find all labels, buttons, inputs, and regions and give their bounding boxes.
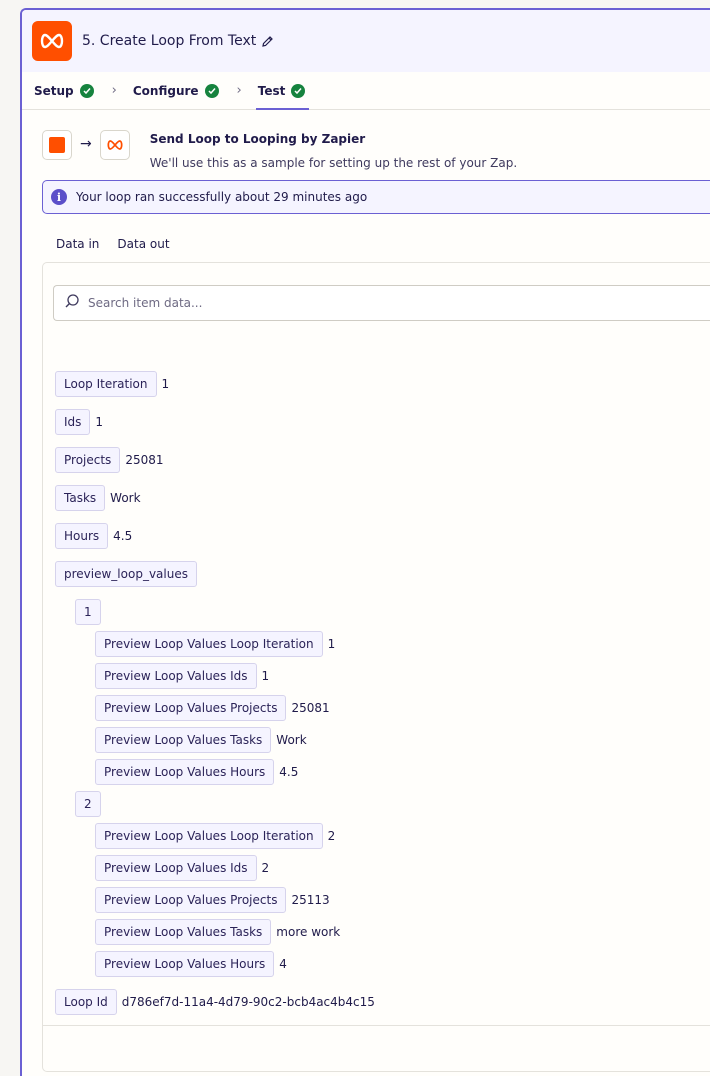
field-row: preview_loop_values <box>55 561 197 587</box>
pencil-icon[interactable] <box>261 35 274 48</box>
field-value: 2 <box>327 829 336 843</box>
trigger-subtitle: We'll use this as a sample for setting u… <box>149 156 518 170</box>
field-row: Hours 4.5 <box>55 523 132 549</box>
tab-test-label: Test <box>257 83 286 98</box>
trigger-summary: → Send Loop to Looping by Zapier We'll u… <box>42 130 517 170</box>
field-value: 25113 <box>291 893 330 907</box>
tab-configure-label: Configure <box>132 83 199 98</box>
tab-setup-label: Setup <box>34 83 74 98</box>
field-value: 1 <box>161 377 170 391</box>
divider <box>43 1025 710 1026</box>
field-key[interactable]: Preview Loop Values Projects <box>95 695 287 721</box>
field-key[interactable]: Hours <box>55 523 109 549</box>
chevron-right-icon: › <box>111 83 117 98</box>
field-value: 4.5 <box>113 529 133 543</box>
preview-index-row: 1 <box>75 599 101 625</box>
chevron-right-icon: › <box>236 83 242 98</box>
preview-index-row: 2 <box>75 791 101 817</box>
field-key[interactable]: Projects <box>55 447 121 473</box>
preview-index[interactable]: 1 <box>75 599 101 625</box>
trigger-app-icon <box>42 130 72 160</box>
field-value: more work <box>276 925 341 939</box>
step-panel: 5. Create Loop From Text Setup › Configu… <box>20 8 710 1076</box>
field-key[interactable]: Preview Loop Values Ids <box>95 663 257 689</box>
preview-row: Preview Loop Values Loop Iteration 1 <box>95 631 335 657</box>
check-circle-icon <box>204 83 219 98</box>
search-input[interactable] <box>88 296 588 310</box>
field-key[interactable]: Loop Id <box>55 989 117 1015</box>
field-key[interactable]: Loop Iteration <box>55 371 157 397</box>
tab-test[interactable]: Test <box>255 72 309 110</box>
field-row: Projects 25081 <box>55 447 164 473</box>
field-value: 4.5 <box>279 765 299 779</box>
field-value: 2 <box>261 861 270 875</box>
tab-data-out[interactable]: Data out <box>112 234 175 264</box>
field-row: Ids 1 <box>55 409 103 435</box>
field-row: Tasks Work <box>55 485 141 511</box>
looping-small-icon <box>99 130 130 160</box>
field-value: 25081 <box>125 453 164 467</box>
field-value: Work <box>110 491 141 505</box>
check-circle-icon <box>291 83 306 98</box>
field-key[interactable]: Preview Loop Values Tasks <box>95 919 272 945</box>
field-key[interactable]: Preview Loop Values Tasks <box>95 727 272 753</box>
preview-row: Preview Loop Values Hours 4 <box>95 951 287 977</box>
step-title: 5. Create Loop From Text <box>82 33 257 49</box>
preview-row: Preview Loop Values Ids 2 <box>95 855 269 881</box>
field-row: Loop Iteration 1 <box>55 371 169 397</box>
tab-setup[interactable]: Setup <box>34 72 94 110</box>
step-header: 5. Create Loop From Text <box>22 10 710 72</box>
field-key[interactable]: Preview Loop Values Hours <box>95 951 275 977</box>
data-out-panel: Loop Iteration 1 Ids 1 Projects 25081 Ta… <box>42 262 710 1072</box>
banner-text: Your loop ran successfully about 29 minu… <box>76 190 368 204</box>
trigger-title: Send Loop to Looping by Zapier <box>149 132 366 146</box>
tab-configure[interactable]: Configure <box>133 72 219 110</box>
looping-app-icon <box>32 21 72 61</box>
search-icon <box>64 293 80 313</box>
info-icon: i <box>51 189 67 205</box>
success-banner: i Your loop ran successfully about 29 mi… <box>42 180 710 214</box>
field-key[interactable]: Preview Loop Values Loop Iteration <box>95 823 323 849</box>
field-value: d786ef7d-11a4-4d79-90c2-bcb4ac4b4c15 <box>121 995 375 1009</box>
field-key[interactable]: Preview Loop Values Loop Iteration <box>95 631 323 657</box>
preview-row: Preview Loop Values Loop Iteration 2 <box>95 823 335 849</box>
field-value: 25081 <box>291 701 330 715</box>
field-key[interactable]: Tasks <box>55 485 106 511</box>
field-key[interactable]: Ids <box>55 409 91 435</box>
field-key[interactable]: preview_loop_values <box>55 561 197 587</box>
tab-data-in[interactable]: Data in <box>54 234 101 264</box>
search-box[interactable] <box>53 285 710 321</box>
step-tabs: Setup › Configure › Test <box>22 72 710 110</box>
preview-row: Preview Loop Values Projects 25113 <box>95 887 330 913</box>
preview-row: Preview Loop Values Projects 25081 <box>95 695 330 721</box>
preview-row: Preview Loop Values Tasks Work <box>95 727 307 753</box>
preview-row: Preview Loop Values Tasks more work <box>95 919 340 945</box>
check-circle-icon <box>79 83 94 98</box>
field-key[interactable]: Preview Loop Values Ids <box>95 855 257 881</box>
preview-row: Preview Loop Values Hours 4.5 <box>95 759 298 785</box>
preview-index[interactable]: 2 <box>75 791 101 817</box>
field-key[interactable]: Preview Loop Values Hours <box>95 759 275 785</box>
field-value: 1 <box>95 415 104 429</box>
field-key[interactable]: Preview Loop Values Projects <box>95 887 287 913</box>
field-row: Loop Id d786ef7d-11a4-4d79-90c2-bcb4ac4b… <box>55 989 375 1015</box>
arrow-right-icon: → <box>80 136 92 152</box>
field-value: 4 <box>279 957 287 971</box>
field-value: 1 <box>327 637 336 651</box>
field-value: Work <box>276 733 307 747</box>
field-value: 1 <box>261 669 270 683</box>
preview-row: Preview Loop Values Ids 1 <box>95 663 269 689</box>
orange-square-icon <box>49 137 65 153</box>
data-tabs: Data in Data out <box>54 234 186 264</box>
